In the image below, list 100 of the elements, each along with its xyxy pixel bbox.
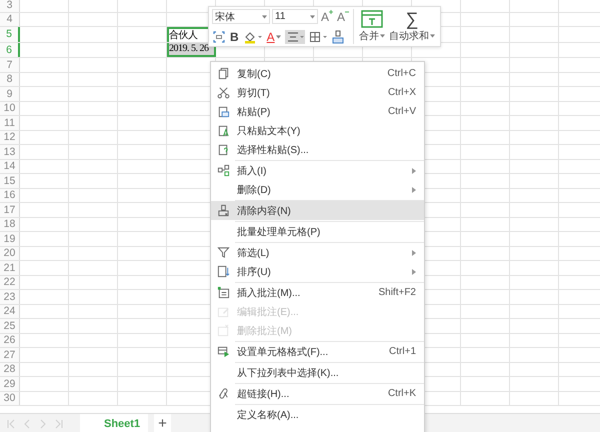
bold-button[interactable]: B [229,30,240,44]
fill-color-icon[interactable] [242,30,263,44]
menu-item-label: 排序(U) [237,266,272,278]
menu-item[interactable]: 删除(D) [211,180,424,199]
menu-item-label: 选择性粘贴(S)... [237,144,310,156]
format-cells-icon [217,345,230,358]
menu-item[interactable]: 超链接(H)... Ctrl+K [211,384,424,403]
caret-icon [430,34,436,38]
menu-item-label: 超链接(H)... [237,388,290,400]
eraser-icon [217,204,230,217]
menu-item[interactable]: 设置单元格格式(F)... Ctrl+1 [211,342,424,361]
row-header[interactable]: 15 [0,174,20,188]
row-header[interactable]: 20 [0,246,20,260]
row-header[interactable]: 22 [0,276,20,289]
row-header[interactable]: 11 [0,116,20,130]
comment-edit-icon [217,305,230,318]
filter-icon [217,246,230,259]
menu-item[interactable]: 复制(C) Ctrl+C [211,64,424,83]
merge-button[interactable]: 合并 [359,29,386,43]
menu-item[interactable]: 定义名称(A)... [211,405,424,424]
row-header[interactable]: 5 [0,27,20,42]
row-header[interactable]: 29 [0,377,20,390]
menu-item-label: 粘贴(P) [237,106,272,118]
menu-item-label: 插入(I) [237,164,268,178]
menu-item-label: 定义名称(A)... [237,408,300,422]
menu-item[interactable]: 插入批注(M)... Shift+F2 [211,283,424,302]
menu-item-label: 筛选(L) [237,246,270,260]
add-sheet-button[interactable]: + [154,414,171,432]
menu-item-label: 删除批注(M) [237,324,293,338]
shortcut-text: Shift+F2 [378,287,416,298]
row-header[interactable]: 10 [0,102,20,115]
row-header[interactable]: 27 [0,348,20,362]
font-color-button[interactable]: A [266,30,282,44]
minus-icon [345,10,350,14]
menu-item-label: 删除(D) [237,184,272,196]
row-header[interactable]: 17 [0,203,20,216]
caret-icon [380,34,386,38]
scissors-icon [217,86,230,99]
eraser-icon[interactable] [330,30,345,44]
row-header[interactable]: 23 [0,290,20,304]
sum-symbol[interactable]: ∑ [406,10,418,28]
row-header[interactable]: 30 [0,392,20,405]
font-size-field[interactable]: 11 [272,9,318,24]
row-header[interactable]: 16 [0,188,20,202]
row-header[interactable]: 28 [0,362,20,376]
sheet-tab[interactable]: Sheet1 [80,414,148,432]
menu-item-label: 从下拉列表中选择(K)... [237,366,340,380]
row-header[interactable]: 19 [0,232,20,246]
row-header[interactable]: 13 [0,145,20,158]
merge-cells-icon[interactable] [361,10,384,28]
autosum-button[interactable]: 自动求和 [389,29,436,43]
menu-item[interactable]: 清除内容(N) [211,201,424,220]
comment-add-icon [217,286,230,299]
menu-item-label: 复制(C) [237,68,272,80]
clipboard-question-icon [217,143,230,156]
borders-icon[interactable] [308,30,328,44]
caret-icon [276,35,281,39]
menu-item-label: 只粘贴文本(Y) [237,124,302,138]
menu-item[interactable]: 插入(I) [211,161,424,180]
menu-item-label: 编辑批注(E)... [237,306,300,318]
menu-item[interactable]: 只粘贴文本(Y) [211,121,424,140]
menu-item[interactable]: 筛选(L) [211,243,424,262]
select-icon[interactable] [212,30,226,44]
row-header[interactable]: 24 [0,304,20,318]
menu-item[interactable]: 选择性粘贴(S)... [211,140,424,159]
menu-item-label: 设置单元格格式(F)... [237,346,330,358]
menu-item-label: 清除内容(N) [237,204,292,218]
row-header[interactable]: 6 [0,42,20,57]
shortcut-text: Ctrl+V [388,106,416,117]
clipboard-text-icon [217,124,230,137]
menu-item[interactable]: 从下拉列表中选择(K)... [211,363,424,382]
comment-delete-icon [217,324,230,337]
row-header[interactable]: 7 [0,58,20,72]
font-name-field[interactable]: 宋体 [212,9,270,24]
row-header[interactable]: 21 [0,261,20,274]
row-header[interactable]: 26 [0,334,20,347]
link-icon [217,387,230,400]
shortcut-text: Ctrl+1 [389,346,416,357]
row-header[interactable]: 8 [0,72,20,86]
row-header[interactable]: 3 [0,0,20,12]
decrease-font-button[interactable]: A [336,10,350,24]
row-header[interactable]: 25 [0,319,20,332]
row-header[interactable]: 12 [0,130,20,144]
shortcut-text: Ctrl+K [388,388,416,399]
menu-item[interactable]: 排序(U) [211,262,424,281]
shortcut-text: Ctrl+C [387,68,416,79]
menu-item[interactable]: 粘贴(P) Ctrl+V [211,102,424,121]
menu-item[interactable]: 批量处理单元格(P) [211,222,424,241]
row-header[interactable]: 4 [0,12,20,26]
copy-icon [217,67,230,80]
caret-icon [310,14,315,18]
align-center-icon[interactable] [284,30,305,44]
row-header[interactable]: 9 [0,87,20,100]
menu-item[interactable]: 剪切(T) Ctrl+X [211,83,424,102]
menu-item-label: 剪切(T) [237,86,271,100]
row-header[interactable]: 14 [0,160,20,173]
caret-icon [262,14,267,18]
increase-font-button[interactable]: A [320,10,334,24]
row-header[interactable]: 18 [0,218,20,231]
clipboard-icon [217,105,230,118]
